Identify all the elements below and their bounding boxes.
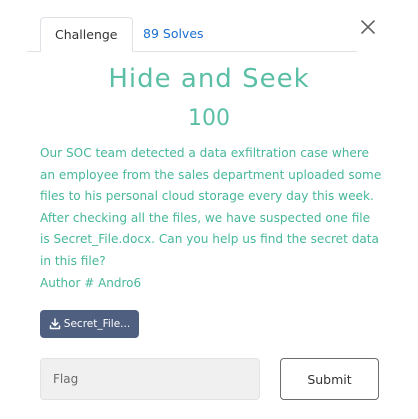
challenge-author: Author # Andro6 xyxy=(40,276,142,290)
tab-challenge[interactable]: Challenge xyxy=(40,17,133,52)
tab-solves-label: 89 Solves xyxy=(143,26,204,41)
download-icon xyxy=(49,318,61,330)
challenge-tabs: Challenge 89 Solves xyxy=(27,17,357,52)
challenge-description: Our SOC team detected a data exfiltratio… xyxy=(40,146,382,268)
challenge-title: Hide and Seek xyxy=(108,64,310,94)
download-file-label: Secret_File... xyxy=(63,318,131,330)
close-button[interactable] xyxy=(358,17,378,37)
tab-solves[interactable]: 89 Solves xyxy=(129,17,218,51)
download-file-button[interactable]: Secret_File... xyxy=(40,310,139,338)
tab-challenge-label: Challenge xyxy=(55,27,118,42)
close-icon xyxy=(361,20,375,34)
flag-input[interactable] xyxy=(40,358,260,400)
submit-button[interactable]: Submit xyxy=(280,358,379,400)
challenge-points: 100 xyxy=(188,106,230,131)
